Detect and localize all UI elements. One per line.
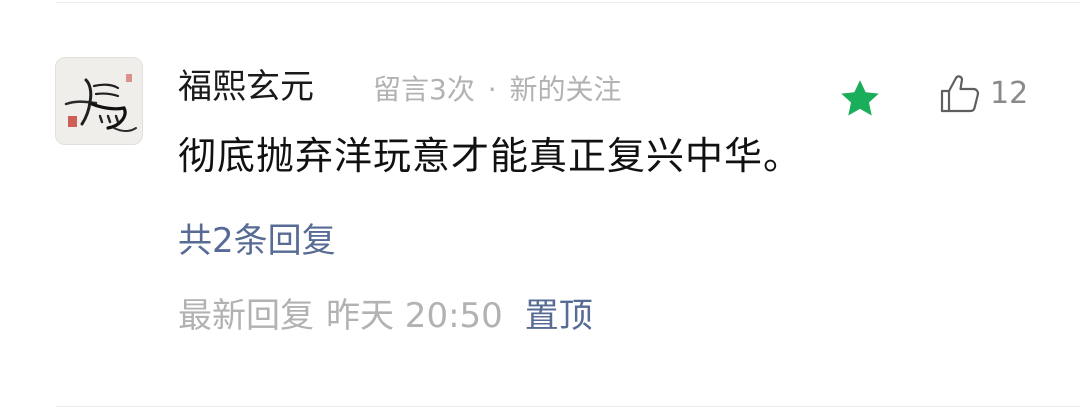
comment-text: 彻底抛弃洋玩意才能真正复兴中华。 <box>178 134 803 178</box>
like-button[interactable]: 12 <box>938 70 1028 118</box>
reply-time: 昨天 20:50 <box>326 296 503 336</box>
thumbs-up-icon <box>940 75 980 113</box>
username[interactable]: 福熙玄元 <box>178 64 314 110</box>
meta-separator: · <box>487 73 497 106</box>
avatar[interactable] <box>55 57 143 145</box>
like-count: 12 <box>990 76 1029 111</box>
follow-status: 新的关注 <box>509 73 622 106</box>
star-icon[interactable] <box>838 77 882 121</box>
comment-footer: 最新回复 昨天 20:50 置顶 <box>178 292 593 340</box>
divider <box>56 406 1080 407</box>
comment-item: 福熙玄元 留言3次 · 新的关注 12 彻底抛弃洋玩意才能真正复兴中华。 共2条… <box>0 0 1080 412</box>
divider <box>56 2 1080 3</box>
pin-button[interactable]: 置顶 <box>525 296 593 336</box>
view-replies-link[interactable]: 共2条回复 <box>178 218 336 264</box>
avatar-calligraphy-image <box>56 58 142 144</box>
comment-meta: 留言3次 · 新的关注 <box>373 70 622 110</box>
latest-reply-label: 最新回复 <box>178 296 314 336</box>
message-count: 留言3次 <box>373 73 475 106</box>
